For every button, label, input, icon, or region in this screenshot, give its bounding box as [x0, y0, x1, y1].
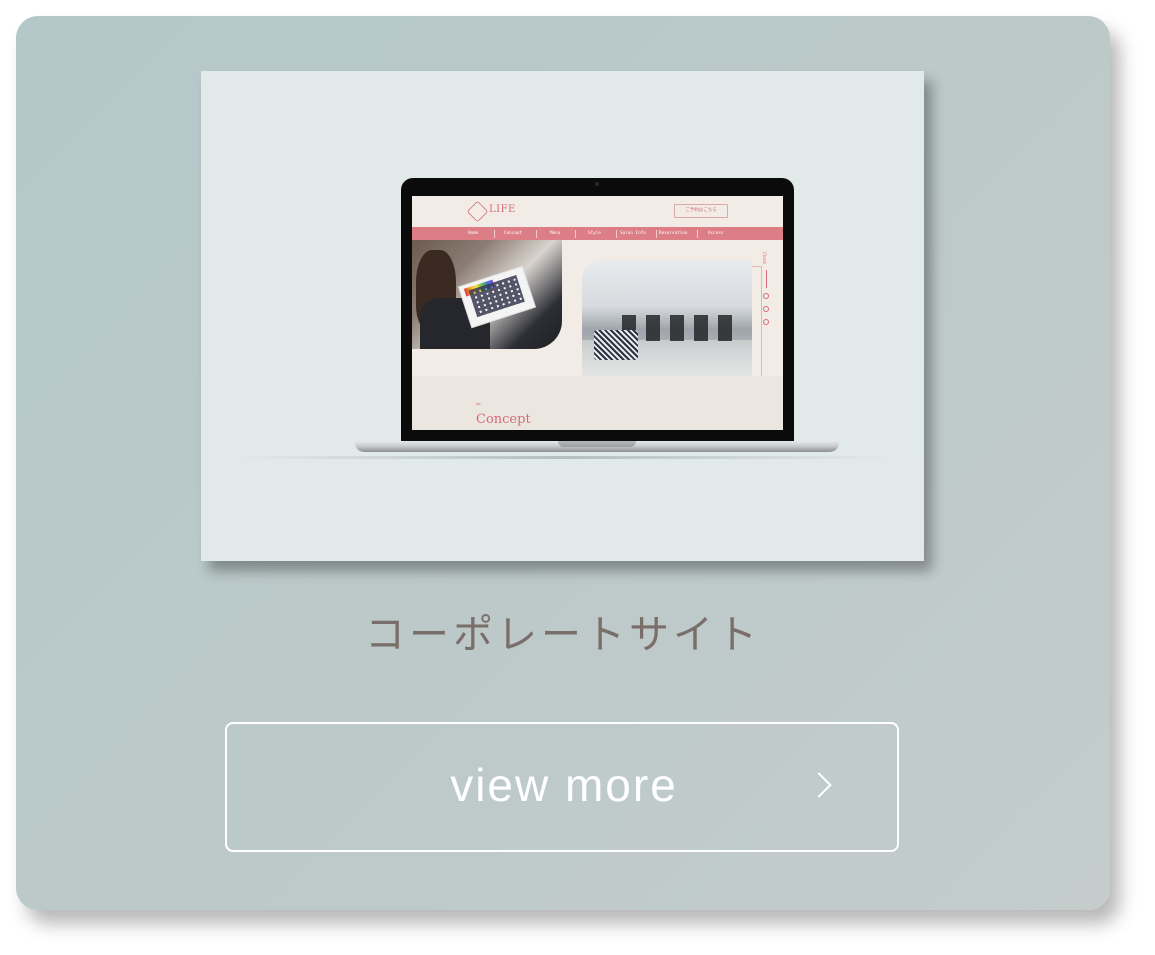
photo-color-swatch	[459, 266, 535, 328]
site-nav-item: Reservation	[659, 231, 688, 236]
nav-divider	[656, 230, 657, 238]
nav-divider	[494, 230, 495, 238]
view-more-button[interactable]: view more	[225, 722, 899, 852]
card-title: コーポレートサイト	[365, 612, 761, 658]
nav-divider	[575, 230, 576, 238]
nav-divider	[616, 230, 617, 238]
site-nav-item: Concept	[504, 231, 523, 236]
laptop-screen: LIFE ご予約はこちら Home Concept Menu Style Sal…	[401, 178, 794, 444]
website-preview: LIFE ご予約はこちら Home Concept Menu Style Sal…	[412, 196, 783, 430]
site-nav-item: Home	[468, 231, 479, 236]
scissors-icon: ✂	[476, 401, 482, 408]
site-logo: LIFE	[489, 204, 516, 215]
hero-photo-salon	[582, 260, 752, 376]
instagram-icon	[763, 293, 769, 299]
facebook-icon	[763, 306, 769, 312]
twitter-icon	[763, 319, 769, 325]
site-lower-section	[412, 376, 783, 430]
photo-table	[594, 330, 638, 360]
photo-chairs	[622, 315, 742, 341]
nav-divider	[697, 230, 698, 238]
thumbnail-image[interactable]: LIFE ご予約はこちら Home Concept Menu Style Sal…	[201, 71, 924, 561]
site-reserve-button: ご予約はこちら	[674, 204, 728, 218]
site-header: LIFE ご予約はこちら	[412, 196, 783, 227]
work-card: LIFE ご予約はこちら Home Concept Menu Style Sal…	[16, 16, 1110, 910]
hero-photo-stylist	[412, 240, 562, 349]
view-more-label: view more	[450, 759, 678, 811]
shadow-line	[235, 456, 891, 459]
nav-divider	[536, 230, 537, 238]
site-nav-item: Menu	[550, 231, 561, 236]
site-nav-item: Style	[588, 231, 601, 236]
site-nav-item: Access	[708, 231, 724, 236]
camera-icon	[595, 182, 599, 186]
site-nav-item: Salon Info	[620, 231, 646, 236]
site-nav: Home Concept Menu Style Salon Info Reser…	[412, 227, 783, 240]
logo-icon	[466, 200, 489, 223]
laptop-notch	[558, 441, 636, 447]
side-divider	[766, 270, 767, 288]
section-heading: Concept	[476, 412, 531, 427]
side-label: Check	[762, 252, 767, 265]
